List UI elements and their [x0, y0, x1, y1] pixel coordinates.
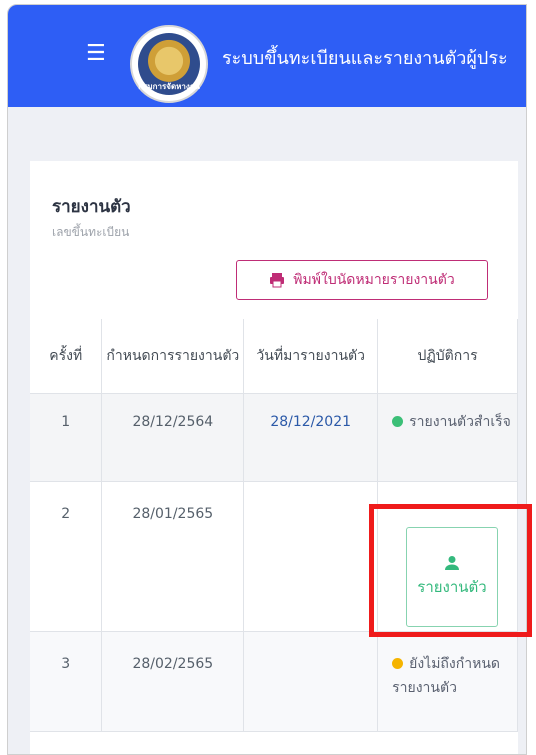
row-due-date: 28/02/2565 [101, 631, 245, 732]
row-due-date: 28/12/2564 [101, 393, 245, 482]
row-no: 3 [30, 631, 103, 732]
column-due-label: กำหนดการรายงานตัว [106, 347, 240, 364]
app-title: ระบบขึ้นทะเบียนและรายงานตัวผู้ประ [222, 48, 508, 69]
row-due-date: 28/01/2565 [101, 481, 245, 632]
column-no: ครั้งที่ [30, 319, 103, 394]
pending-dot-icon [392, 657, 404, 669]
person-icon [445, 556, 459, 570]
app-frame: ☰ กรมการจัดหางาน ระบบขึ้นทะเบียนและรายงา… [7, 4, 527, 755]
column-action-label: ปฏิบัติการ [417, 347, 478, 364]
row-status: ยังไม่ถึงกำหนดรายงานตัว [377, 631, 518, 732]
print-button-label: พิมพ์ใบนัดหมายรายงานตัว [293, 272, 455, 288]
print-appointment-button[interactable]: พิมพ์ใบนัดหมายรายงานตัว [236, 260, 488, 300]
status-text: ยังไม่ถึงกำหนดรายงานตัว [392, 655, 500, 696]
row-no: 2 [30, 481, 103, 632]
column-due: กำหนดการรายงานตัว [101, 319, 245, 394]
row-arrival-date [243, 481, 379, 632]
printer-icon [270, 273, 285, 288]
row-arrival-date: 28/12/2021 [243, 393, 379, 482]
column-no-label: ครั้งที่ [49, 347, 83, 364]
department-logo: กรมการจัดหางาน [130, 25, 208, 103]
hamburger-menu-icon[interactable]: ☰ [86, 43, 106, 65]
seal-icon: กรมการจัดหางาน [138, 33, 200, 95]
column-arrival: วันที่มารายงานตัว [243, 319, 379, 394]
row-arrival-date [243, 631, 379, 732]
row-status: รายงานตัวสำเร็จ [377, 393, 518, 482]
table-row: 3 28/02/2565 ยังไม่ถึงกำหนดรายงานตัว [30, 631, 518, 732]
registration-number-label: เลขขึ้นทะเบียน [52, 225, 130, 239]
table-row: 1 28/12/2564 28/12/2021 รายงานตัวสำเร็จ [30, 393, 518, 482]
report-in-button[interactable]: รายงานตัว [406, 527, 498, 627]
column-action: ปฏิบัติการ [377, 319, 518, 394]
report-in-label: รายงานตัว [417, 578, 487, 596]
status-text: รายงานตัวสำเร็จ [409, 413, 511, 430]
report-card: รายงานตัว เลขขึ้นทะเบียน พิมพ์ใบนัดหมายร… [30, 161, 518, 754]
column-arrival-label: วันที่มารายงานตัว [256, 347, 365, 364]
logo-label: กรมการจัดหางาน [138, 82, 200, 91]
row-no: 1 [30, 393, 103, 482]
top-header: ☰ กรมการจัดหางาน ระบบขึ้นทะเบียนและรายงา… [8, 5, 526, 107]
success-dot-icon [392, 415, 404, 427]
report-table: ครั้งที่ กำหนดการรายงานตัว วันที่มารายงา… [30, 319, 518, 732]
card-title: รายงานตัว [52, 197, 131, 217]
